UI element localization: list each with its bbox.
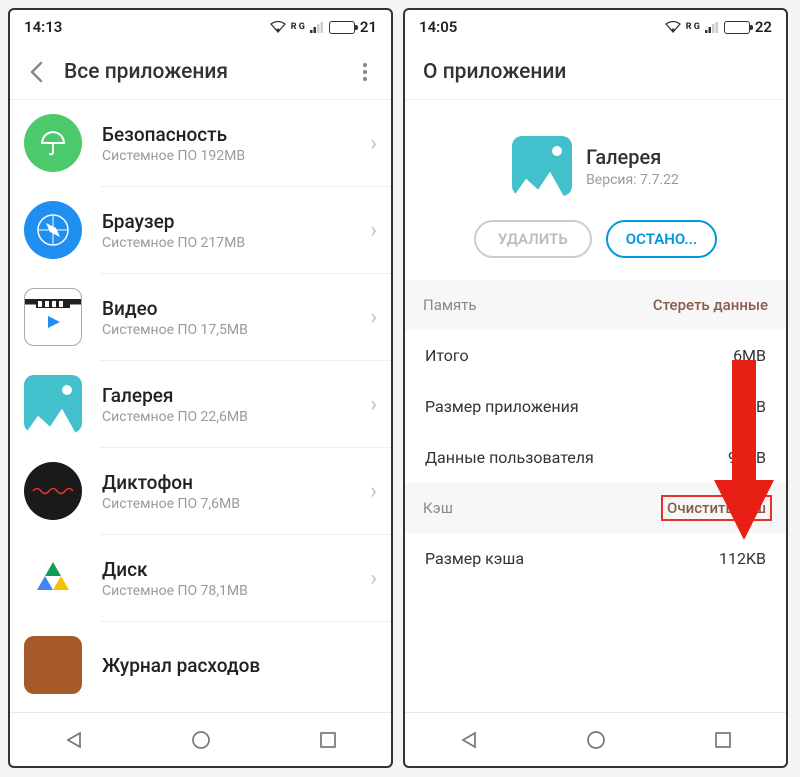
app-name: Галерея <box>586 145 679 169</box>
more-button[interactable] <box>351 58 379 86</box>
row-total: Итого6MB <box>405 330 786 381</box>
app-name: Галерея <box>102 384 370 407</box>
status-right: R G 21 <box>270 18 377 36</box>
clear-cache-action[interactable]: Очистить кэш <box>661 495 772 521</box>
app-row-video[interactable]: Видео Системное ПО 17,5MB › <box>10 274 391 360</box>
clear-data-action[interactable]: Стереть данные <box>653 296 768 314</box>
status-time: 14:13 <box>24 18 62 36</box>
app-row-gallery[interactable]: Галерея Системное ПО 22,6MB › <box>10 361 391 447</box>
battery-icon <box>329 21 355 34</box>
chevron-right-icon: › <box>370 305 377 330</box>
circle-home-icon <box>586 730 606 750</box>
status-network: R G <box>686 22 700 32</box>
section-memory: Память Стереть данные <box>405 280 786 330</box>
section-label: Кэш <box>423 499 453 517</box>
nav-back[interactable] <box>64 730 84 750</box>
more-vert-icon <box>362 62 368 82</box>
chevron-right-icon: › <box>370 566 377 591</box>
force-stop-button[interactable]: ОСТАНО... <box>606 220 717 258</box>
nav-back[interactable] <box>459 730 479 750</box>
wallet-icon <box>24 636 82 694</box>
chevron-right-icon: › <box>370 392 377 417</box>
app-sub: Системное ПО 192MB <box>102 148 370 164</box>
row-userdata: Данные пользователя96KB <box>405 432 786 483</box>
page-title: Все приложения <box>64 60 337 84</box>
status-bar: 14:05 R G 22 <box>405 10 786 44</box>
triangle-back-icon <box>459 730 479 750</box>
app-list-header: Все приложения <box>10 44 391 100</box>
phone-all-apps: 14:13 R G 21 Все приложения Безопасность… <box>8 8 393 768</box>
square-recent-icon <box>714 731 732 749</box>
wifi-icon <box>270 21 286 33</box>
section-label: Память <box>423 296 477 314</box>
app-sub: Системное ПО 22,6MB <box>102 409 370 425</box>
status-time: 14:05 <box>419 18 457 36</box>
nav-home[interactable] <box>586 730 606 750</box>
chevron-right-icon: › <box>370 218 377 243</box>
chevron-right-icon: › <box>370 479 377 504</box>
app-list: Безопасность Системное ПО 192MB › Браузер… <box>10 100 391 712</box>
nav-recent[interactable] <box>319 731 337 749</box>
battery-level: 22 <box>755 18 772 36</box>
nav-home[interactable] <box>191 730 211 750</box>
phone-app-detail: 14:05 R G 22 О приложении Галерея Версия… <box>403 8 788 768</box>
chevron-right-icon: › <box>370 131 377 156</box>
compass-icon <box>24 201 82 259</box>
status-right: R G 22 <box>665 18 772 36</box>
wifi-icon <box>665 21 681 33</box>
signal-icon <box>705 22 719 33</box>
app-sub: Системное ПО 7,6MB <box>102 496 370 512</box>
app-name: Безопасность <box>102 123 370 146</box>
app-name: Браузер <box>102 210 370 233</box>
uninstall-button[interactable]: УДАЛИТЬ <box>474 220 592 258</box>
circle-home-icon <box>191 730 211 750</box>
app-detail-top: Галерея Версия: 7.7.22 УДАЛИТЬ ОСТАНО... <box>405 100 786 280</box>
triangle-back-icon <box>64 730 84 750</box>
chevron-left-icon <box>29 61 43 83</box>
app-sub: Системное ПО 217MB <box>102 235 370 251</box>
app-version: Версия: 7.7.22 <box>586 172 679 188</box>
app-row-security[interactable]: Безопасность Системное ПО 192MB › <box>10 100 391 186</box>
app-row-dictaphone[interactable]: Диктофон Системное ПО 7,6MB › <box>10 448 391 534</box>
status-network: R G <box>291 22 305 32</box>
app-row-browser[interactable]: Браузер Системное ПО 217MB › <box>10 187 391 273</box>
row-appsize: Размер приложенияMB <box>405 381 786 432</box>
nav-bar <box>10 712 391 766</box>
page-title: О приложении <box>423 60 774 84</box>
row-cachesize: Размер кэша112KB <box>405 533 786 584</box>
battery-icon <box>724 21 750 34</box>
dictaphone-icon <box>24 462 82 520</box>
app-row-wallet[interactable]: Журнал расходов <box>10 622 391 694</box>
app-name: Диктофон <box>102 471 370 494</box>
nav-bar <box>405 712 786 766</box>
app-name: Журнал расходов <box>102 654 377 677</box>
app-sub: Системное ПО 78,1MB <box>102 583 370 599</box>
app-detail-header: О приложении <box>405 44 786 100</box>
status-bar: 14:13 R G 21 <box>10 10 391 44</box>
drive-icon <box>24 549 82 607</box>
video-icon <box>24 288 82 346</box>
battery-level: 21 <box>360 18 377 36</box>
signal-icon <box>310 22 324 33</box>
gallery-icon <box>24 375 82 433</box>
square-recent-icon <box>319 731 337 749</box>
gallery-icon <box>512 136 572 196</box>
nav-recent[interactable] <box>714 731 732 749</box>
app-name: Диск <box>102 558 370 581</box>
app-row-disk[interactable]: Диск Системное ПО 78,1MB › <box>10 535 391 621</box>
back-button[interactable] <box>22 58 50 86</box>
section-cache: Кэш Очистить кэш <box>405 483 786 533</box>
umbrella-icon <box>24 114 82 172</box>
app-sub: Системное ПО 17,5MB <box>102 322 370 338</box>
app-name: Видео <box>102 297 370 320</box>
